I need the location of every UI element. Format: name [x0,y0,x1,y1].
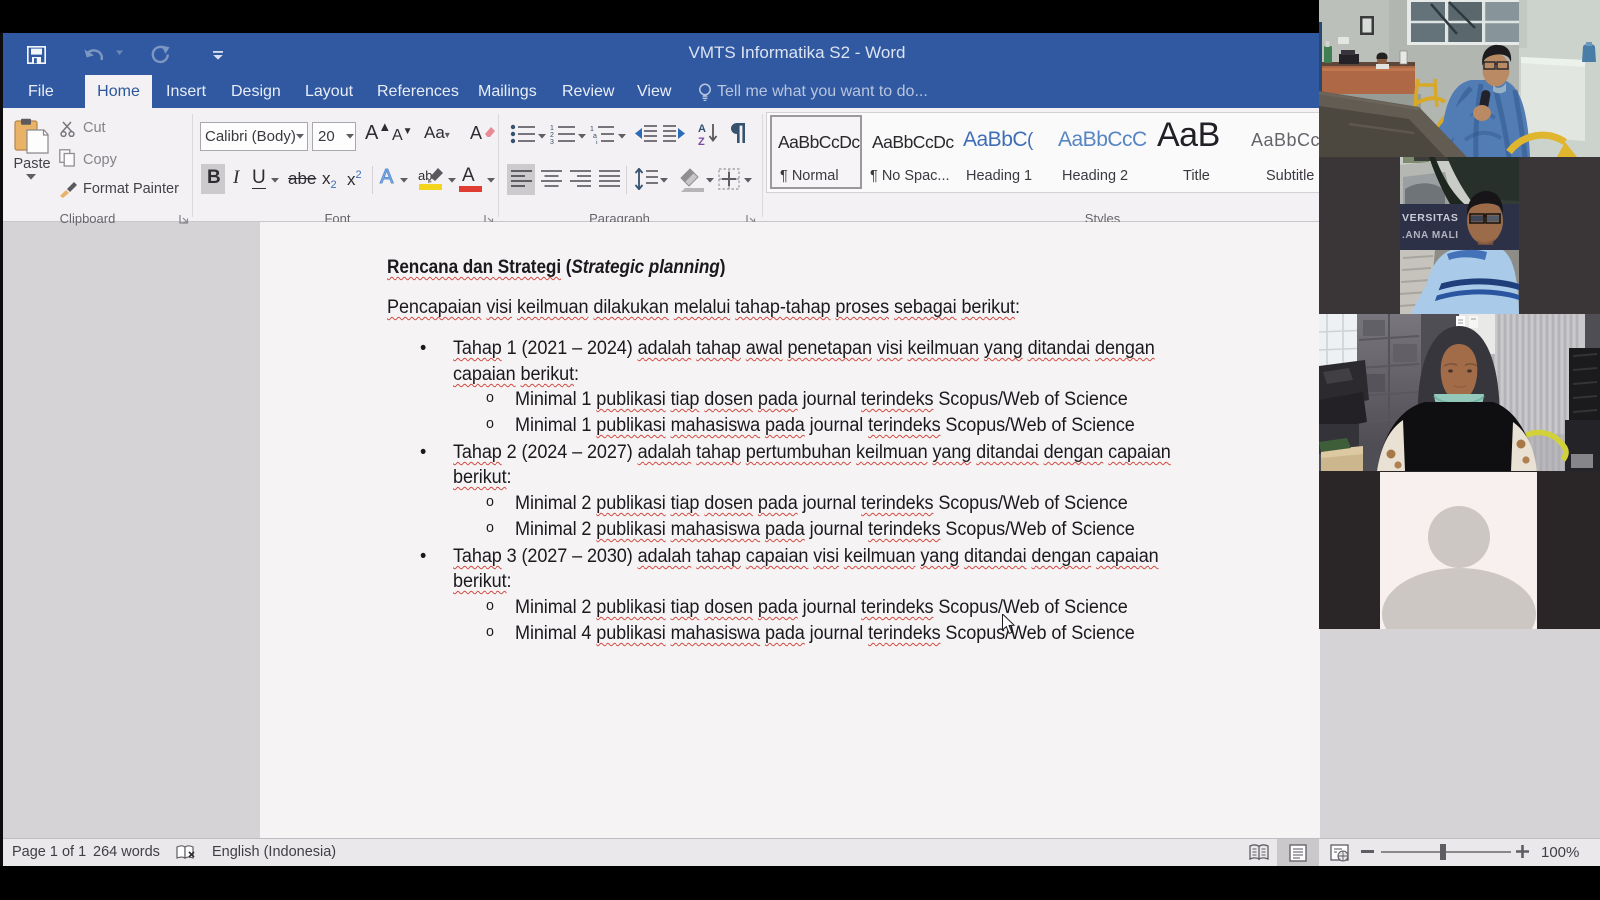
svg-text:VERSITAS: VERSITAS [1402,212,1459,224]
svg-text:.ANA MALI: .ANA MALI [1402,230,1459,241]
